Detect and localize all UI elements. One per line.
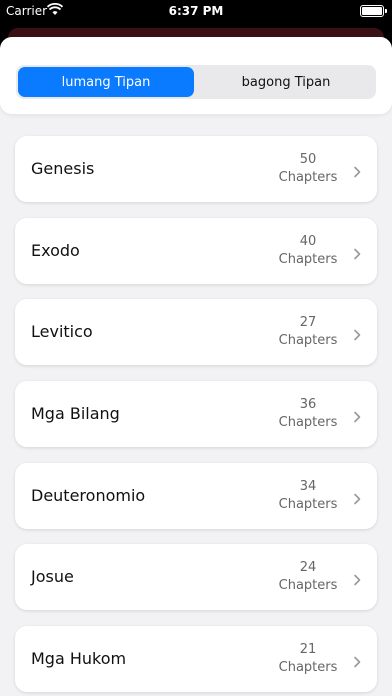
chapter-unit: Chapters xyxy=(278,170,338,185)
segment-old-testament[interactable]: lumang Tipan xyxy=(18,67,194,97)
chevron-right-icon xyxy=(351,408,363,423)
book-row-mga-bilang[interactable]: Mga Bilang 36 Chapters xyxy=(15,381,377,447)
chapter-number: 27 xyxy=(299,315,317,330)
chapter-number: 40 xyxy=(299,234,317,249)
book-row-josue[interactable]: Josue 24 Chapters xyxy=(15,544,377,610)
chapter-number: 36 xyxy=(299,397,317,412)
book-row-genesis[interactable]: Genesis 50 Chapters xyxy=(15,136,377,202)
book-name: Mga Bilang xyxy=(31,404,120,423)
chevron-right-icon xyxy=(351,163,363,178)
chapter-unit: Chapters xyxy=(278,415,338,430)
chevron-right-icon xyxy=(351,571,363,586)
book-row-levitico[interactable]: Levitico 27 Chapters xyxy=(15,299,377,365)
book-name: Levitico xyxy=(31,322,93,341)
chapter-unit: Chapters xyxy=(278,660,338,675)
chapter-count: 34 Chapters xyxy=(273,478,343,514)
chapter-number: 34 xyxy=(299,479,317,494)
chapter-count: 27 Chapters xyxy=(273,314,343,350)
chapter-number: 21 xyxy=(299,642,317,657)
book-row-deuteronomio[interactable]: Deuteronomio 34 Chapters xyxy=(15,463,377,529)
status-bar: Carrier 6:37 PM xyxy=(0,0,392,22)
chapter-unit: Chapters xyxy=(278,252,338,267)
chapter-number: 24 xyxy=(299,560,317,575)
clock: 6:37 PM xyxy=(168,4,224,18)
chapter-count: 24 Chapters xyxy=(273,559,343,595)
main-sheet: lumang Tipan bagong Tipan Genesis 50 Cha… xyxy=(0,37,392,696)
testament-segmented-control[interactable]: lumang Tipan bagong Tipan xyxy=(16,65,376,99)
segment-new-testament[interactable]: bagong Tipan xyxy=(198,67,374,97)
book-name: Genesis xyxy=(31,159,95,178)
chevron-right-icon xyxy=(351,245,363,260)
chapter-unit: Chapters xyxy=(278,578,338,593)
chapter-number: 50 xyxy=(299,152,317,167)
chapter-unit: Chapters xyxy=(278,497,338,512)
chapter-count: 36 Chapters xyxy=(273,396,343,432)
chapter-unit: Chapters xyxy=(278,333,338,348)
chevron-right-icon xyxy=(351,490,363,505)
chapter-count: 21 Chapters xyxy=(273,641,343,677)
book-row-mga-hukom[interactable]: Mga Hukom 21 Chapters xyxy=(15,626,377,692)
book-name: Josue xyxy=(31,567,74,586)
testament-selector-panel: lumang Tipan bagong Tipan xyxy=(0,37,392,114)
battery-icon xyxy=(360,5,387,17)
book-name: Exodo xyxy=(31,241,80,260)
book-name: Deuteronomio xyxy=(31,486,146,505)
chapter-count: 40 Chapters xyxy=(273,233,343,269)
book-row-exodo[interactable]: Exodo 40 Chapters xyxy=(15,218,377,284)
chapter-count: 50 Chapters xyxy=(273,151,343,187)
chevron-right-icon xyxy=(351,326,363,341)
book-name: Mga Hukom xyxy=(31,649,127,668)
chevron-right-icon xyxy=(351,653,363,668)
